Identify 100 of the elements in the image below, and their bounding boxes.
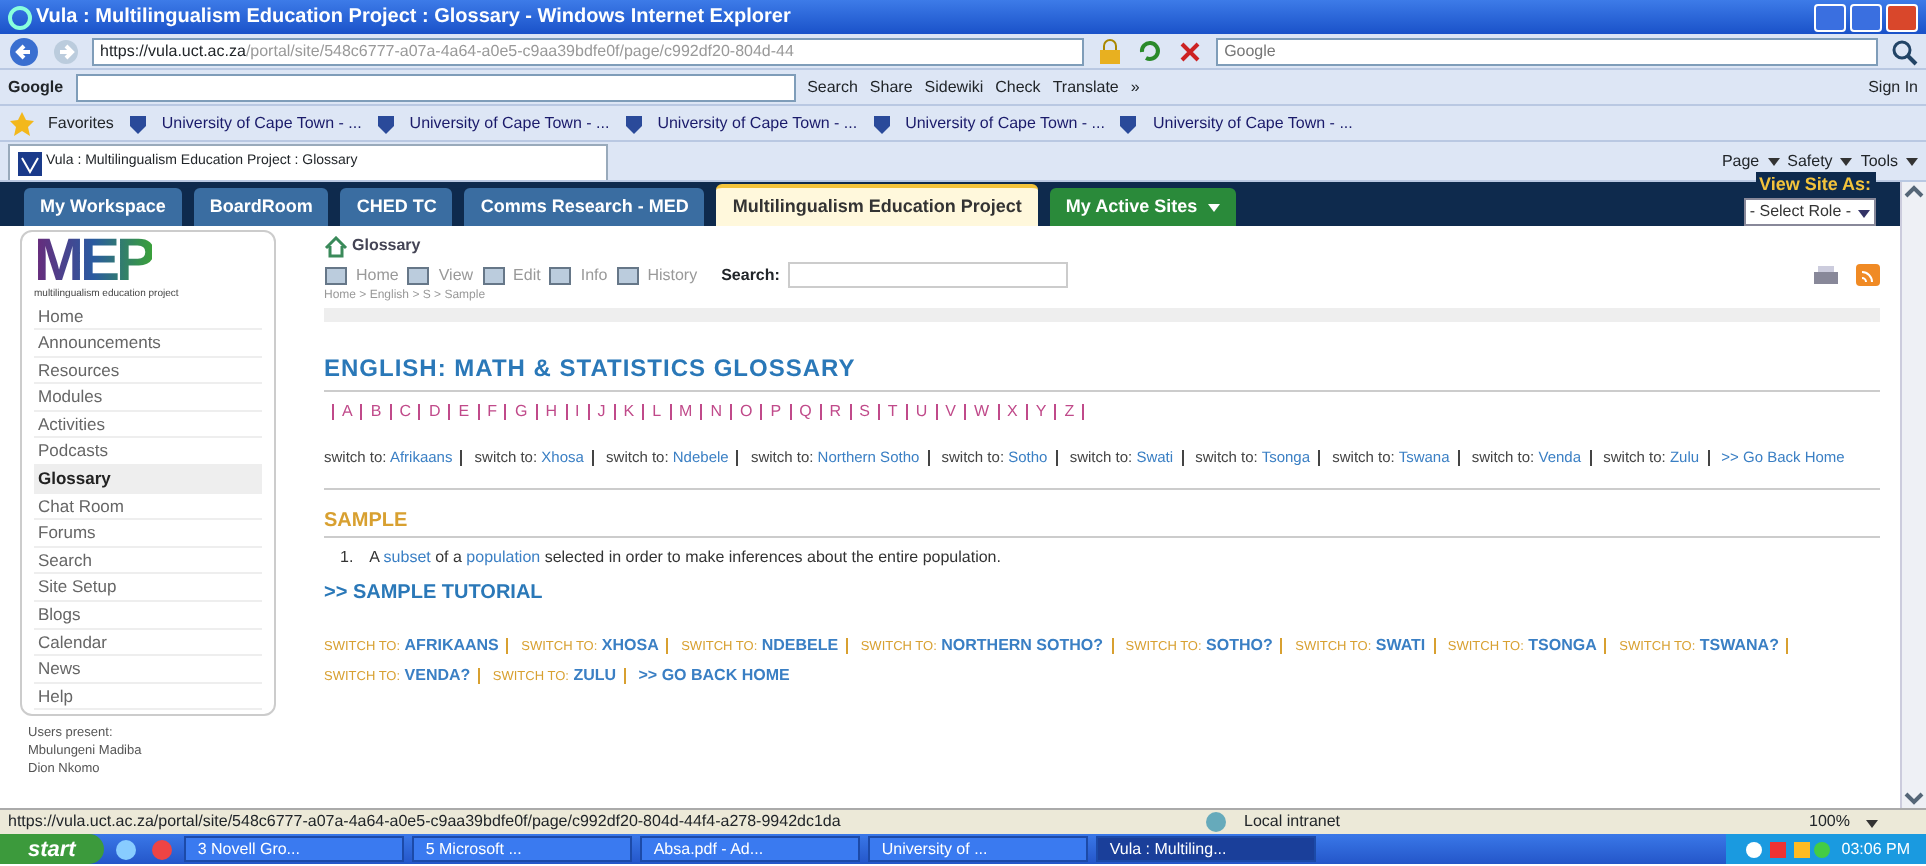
tool-action-link[interactable]: Edit bbox=[513, 263, 541, 287]
search-icon[interactable] bbox=[1890, 37, 1918, 65]
sidebar-item[interactable]: Glossary bbox=[34, 466, 262, 494]
close-button[interactable] bbox=[1886, 3, 1918, 31]
letter-link[interactable]: P bbox=[770, 402, 782, 420]
toolbar-button[interactable]: Search bbox=[807, 75, 858, 99]
tutorial-link[interactable]: >> SAMPLE TUTORIAL bbox=[324, 578, 1880, 608]
refresh-icon[interactable] bbox=[1136, 37, 1165, 65]
letter-link[interactable]: V bbox=[945, 402, 956, 420]
sidebar-item[interactable]: Forums bbox=[34, 520, 262, 548]
taskbar-button[interactable]: 3 Novell Gro... bbox=[183, 836, 404, 862]
letter-link[interactable]: T bbox=[887, 402, 898, 420]
sidebar-item[interactable]: Resources bbox=[34, 357, 262, 385]
start-button[interactable]: start bbox=[0, 834, 104, 864]
taskbar-button[interactable]: Absa.pdf - Ad... bbox=[639, 836, 860, 862]
sidebar-item[interactable]: Help bbox=[34, 683, 262, 711]
taskbar-button[interactable]: Vula : Multiling... bbox=[1095, 836, 1316, 862]
sidebar-item[interactable]: Site Setup bbox=[34, 574, 262, 603]
language-link[interactable]: SOTHO? bbox=[1206, 636, 1273, 654]
sidebar-item[interactable]: Modules bbox=[34, 384, 262, 412]
letter-link[interactable]: H bbox=[545, 402, 557, 420]
letter-link[interactable]: Z bbox=[1064, 402, 1075, 420]
letter-link[interactable]: M bbox=[679, 402, 693, 420]
letter-link[interactable]: D bbox=[428, 402, 441, 420]
glossary-search-field[interactable] bbox=[787, 262, 1068, 288]
minimize-button[interactable] bbox=[1814, 3, 1846, 31]
sidebar-item[interactable]: Blogs bbox=[34, 602, 262, 630]
command-button[interactable]: Tools bbox=[1860, 149, 1898, 173]
taskbar-button[interactable]: 5 Microsoft ... bbox=[411, 836, 632, 862]
sidebar-item[interactable]: Announcements bbox=[34, 330, 262, 358]
language-link[interactable]: TSWANA? bbox=[1699, 636, 1779, 654]
role-select[interactable]: - Select Role - bbox=[1743, 198, 1876, 226]
tool-action-link[interactable]: History bbox=[647, 263, 698, 287]
language-link[interactable]: NDEBELE bbox=[761, 636, 839, 654]
language-link[interactable]: ZULU bbox=[573, 666, 617, 684]
toolbar-button[interactable]: Check bbox=[995, 75, 1041, 99]
sidebar-item[interactable]: Calendar bbox=[34, 629, 262, 657]
letter-link[interactable]: W bbox=[973, 402, 989, 420]
toolbar-button[interactable]: » bbox=[1130, 75, 1140, 99]
tool-action-link[interactable]: Info bbox=[580, 263, 608, 287]
stop-icon[interactable] bbox=[1176, 37, 1205, 65]
sidebar-item[interactable]: Search bbox=[34, 547, 262, 575]
site-tab[interactable]: BoardRoom bbox=[193, 187, 329, 226]
language-link[interactable]: TSONGA bbox=[1528, 636, 1597, 654]
language-link[interactable]: XHOSA bbox=[601, 636, 659, 654]
letter-link[interactable]: O bbox=[739, 402, 753, 420]
language-link[interactable]: NORTHERN SOTHO? bbox=[941, 636, 1104, 654]
command-button[interactable]: Safety bbox=[1787, 149, 1833, 173]
toolbar-button[interactable]: Translate bbox=[1052, 75, 1119, 99]
letter-link[interactable]: G bbox=[514, 402, 528, 420]
favorites-button[interactable]: Favorites bbox=[48, 111, 114, 135]
go-back-link[interactable]: >> GO BACK HOME bbox=[638, 666, 790, 684]
back-button-icon[interactable] bbox=[8, 35, 40, 67]
active-sites-menu[interactable]: My Active Sites bbox=[1049, 187, 1236, 226]
tool-action-link[interactable]: Home bbox=[356, 263, 399, 287]
letter-link[interactable]: B bbox=[370, 402, 382, 420]
letter-link[interactable]: R bbox=[829, 402, 842, 420]
sidebar-item[interactable]: Chat Room bbox=[34, 493, 262, 521]
toolbar-button[interactable]: Sidewiki bbox=[924, 75, 984, 99]
printer-icon[interactable] bbox=[1811, 264, 1840, 286]
letter-link[interactable]: A bbox=[342, 402, 353, 420]
maximize-button[interactable] bbox=[1850, 3, 1882, 31]
favorite-link[interactable]: University of Cape Town - ... bbox=[161, 111, 362, 135]
sidebar-item[interactable]: Home bbox=[34, 303, 262, 331]
google-search-field[interactable] bbox=[75, 73, 796, 101]
letter-link[interactable]: C bbox=[399, 402, 411, 420]
letter-link[interactable]: N bbox=[710, 402, 722, 420]
favorite-link[interactable]: University of Cape Town - ... bbox=[1152, 111, 1353, 135]
letter-link[interactable]: S bbox=[859, 402, 870, 420]
rss-icon[interactable] bbox=[1855, 264, 1880, 286]
term-link[interactable]: subset bbox=[383, 548, 431, 566]
sign-in-link[interactable]: Sign In bbox=[1868, 75, 1918, 99]
letter-link[interactable]: U bbox=[915, 402, 928, 420]
letter-link[interactable]: I bbox=[575, 402, 580, 420]
sidebar-item[interactable]: Activities bbox=[34, 411, 262, 439]
scrollbar[interactable] bbox=[1899, 182, 1926, 808]
letter-link[interactable]: X bbox=[1007, 402, 1018, 420]
language-link[interactable]: AFRIKAANS bbox=[404, 636, 499, 654]
command-button[interactable]: Page bbox=[1721, 149, 1760, 173]
quick-launch-icon[interactable] bbox=[111, 835, 140, 863]
site-tab[interactable]: Multilingualism Education Project bbox=[716, 183, 1038, 226]
sidebar-item[interactable]: News bbox=[34, 656, 262, 684]
toolbar-button[interactable]: Share bbox=[869, 75, 913, 99]
site-tab[interactable]: My Workspace bbox=[24, 187, 182, 226]
search-field[interactable]: Google bbox=[1216, 37, 1878, 65]
favorite-link[interactable]: University of Cape Town - ... bbox=[905, 111, 1105, 135]
tool-action-link[interactable]: View bbox=[438, 263, 474, 287]
favorite-link[interactable]: University of Cape Town - ... bbox=[409, 111, 610, 135]
site-tab[interactable]: Comms Research - MED bbox=[464, 187, 705, 226]
letter-link[interactable]: L bbox=[652, 402, 662, 420]
taskbar-button[interactable]: University of ... bbox=[867, 836, 1088, 862]
site-tab[interactable]: CHED TC bbox=[340, 187, 453, 226]
letter-link[interactable]: F bbox=[487, 402, 497, 420]
letter-link[interactable]: Q bbox=[799, 402, 812, 420]
address-field[interactable]: https://vula.uct.ac.za/portal/site/548c6777-a07a-4a64-a0e5-c9aa39bdfe0f/page/c992df20-804d-44 bbox=[92, 37, 1085, 65]
language-link[interactable]: SWATI bbox=[1375, 636, 1426, 654]
letter-link[interactable]: J bbox=[597, 402, 606, 420]
letter-link[interactable]: K bbox=[623, 402, 635, 420]
letter-link[interactable]: Y bbox=[1035, 402, 1047, 420]
zoom-level[interactable]: 100% bbox=[1809, 810, 1850, 834]
